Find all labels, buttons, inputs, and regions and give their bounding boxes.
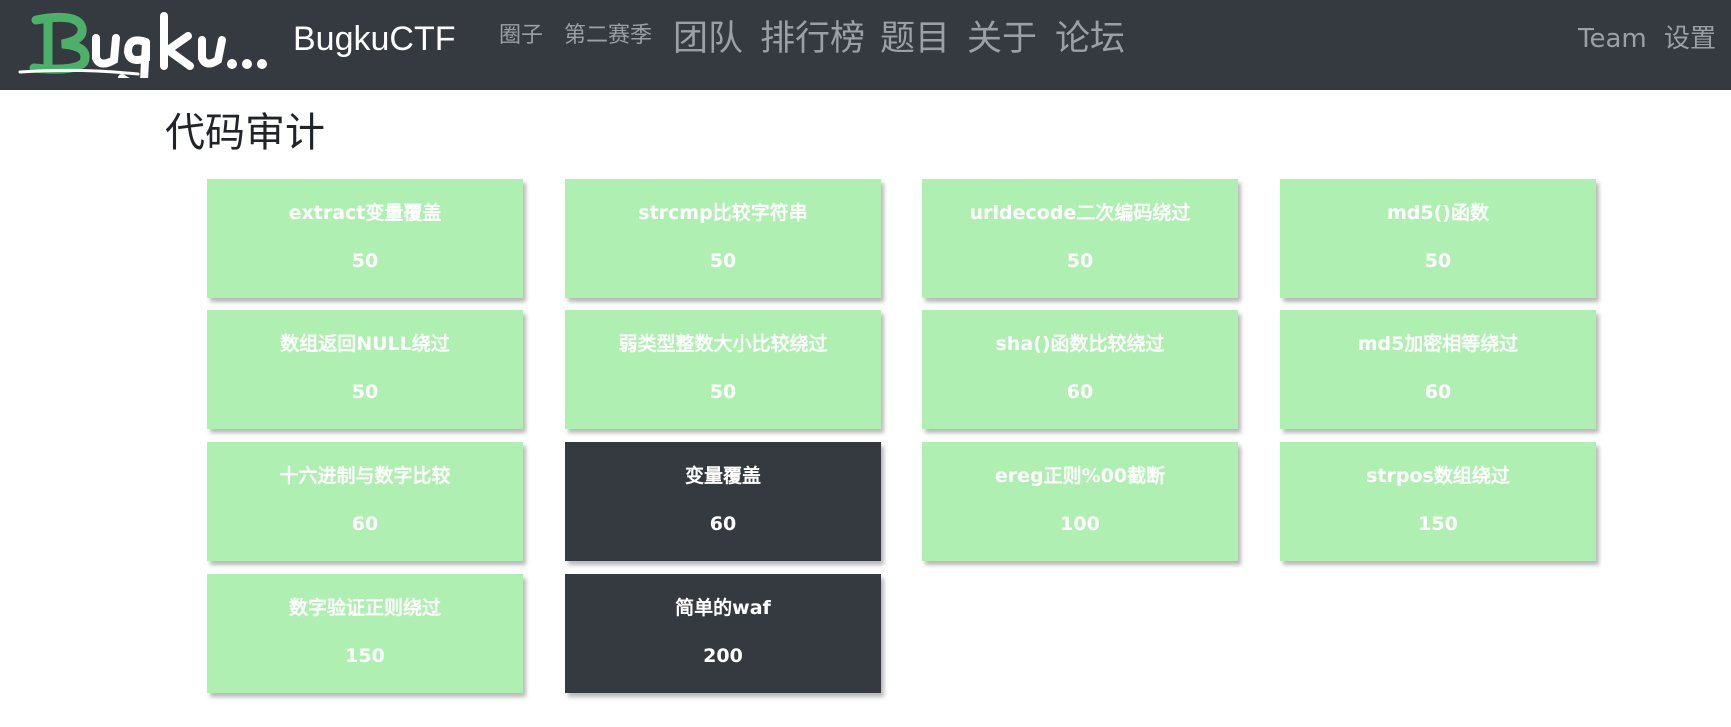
challenge-name: urldecode二次编码绕过 (969, 202, 1191, 224)
challenge-card[interactable]: md5()函数 50 (1280, 179, 1596, 298)
challenge-score: 60 (709, 513, 737, 535)
challenge-card[interactable]: 弱类型整数大小比较绕过 50 (565, 310, 881, 429)
nav-link-challenges[interactable]: 题目 (880, 17, 950, 61)
nav-link-forum[interactable]: 论坛 (1055, 17, 1125, 61)
nav-link-team-cn[interactable]: 团队 (673, 17, 743, 61)
challenge-score: 200 (703, 645, 743, 667)
challenge-name: md5()函数 (1387, 202, 1489, 224)
challenge-card[interactable]: sha()函数比较绕过 60 (922, 310, 1238, 429)
challenge-score: 50 (709, 250, 737, 272)
nav-link-leaderboard[interactable]: 排行榜 (760, 17, 865, 61)
navbar: BugkuCTF 圈子 第二赛季 团队 排行榜 题目 关于 论坛 Team 设置 (0, 0, 1731, 90)
challenge-card[interactable]: 数组返回NULL绕过 50 (207, 310, 523, 429)
challenge-score: 60 (1424, 381, 1452, 403)
challenge-name: 弱类型整数大小比较绕过 (618, 333, 828, 355)
challenge-name: strcmp比较字符串 (638, 202, 808, 224)
challenge-card[interactable]: 数字验证正则绕过 150 (207, 574, 523, 693)
brand-link[interactable]: BugkuCTF (293, 18, 456, 60)
challenge-score: 50 (351, 250, 379, 272)
challenge-name: 十六进制与数字比较 (279, 465, 451, 487)
challenge-card[interactable]: 十六进制与数字比较 60 (207, 442, 523, 561)
bugku-logo[interactable] (18, 6, 268, 78)
challenge-score: 150 (1418, 513, 1458, 535)
challenge-score: 50 (1424, 250, 1452, 272)
nav-link-team[interactable]: Team (1578, 22, 1647, 56)
challenge-score: 60 (351, 513, 379, 535)
challenge-score: 50 (351, 381, 379, 403)
challenge-card[interactable]: extract变量覆盖 50 (207, 179, 523, 298)
challenge-score: 60 (1066, 381, 1094, 403)
challenge-name: 数组返回NULL绕过 (280, 333, 450, 355)
nav-link-about[interactable]: 关于 (967, 17, 1037, 61)
nav-link-settings[interactable]: 设置 (1664, 22, 1716, 56)
challenge-card[interactable]: strcmp比较字符串 50 (565, 179, 881, 298)
challenge-name: ereg正则%00截断 (994, 465, 1166, 487)
challenge-name: sha()函数比较绕过 (995, 333, 1165, 355)
challenge-score: 100 (1060, 513, 1100, 535)
challenge-card[interactable]: ereg正则%00截断 100 (922, 442, 1238, 561)
challenge-score: 150 (345, 645, 385, 667)
challenge-card[interactable]: strpos数组绕过 150 (1280, 442, 1596, 561)
challenge-name: 变量覆盖 (684, 465, 761, 487)
challenge-score: 50 (709, 381, 737, 403)
challenge-name: strpos数组绕过 (1366, 465, 1510, 487)
challenge-card[interactable]: 简单的waf 200 (565, 574, 881, 693)
challenge-card[interactable]: 变量覆盖 60 (565, 442, 881, 561)
challenge-name: extract变量覆盖 (288, 202, 442, 224)
challenge-name: 简单的waf (675, 597, 771, 619)
challenge-card[interactable]: urldecode二次编码绕过 50 (922, 179, 1238, 298)
challenge-card[interactable]: md5加密相等绕过 60 (1280, 310, 1596, 429)
challenge-name: md5加密相等绕过 (1357, 333, 1519, 355)
challenge-name: 数字验证正则绕过 (288, 597, 441, 619)
page-title: 代码审计 (165, 110, 325, 156)
challenge-score: 50 (1066, 250, 1094, 272)
nav-link-circle[interactable]: 圈子 (499, 22, 543, 50)
nav-link-season-two[interactable]: 第二赛季 (564, 22, 652, 50)
